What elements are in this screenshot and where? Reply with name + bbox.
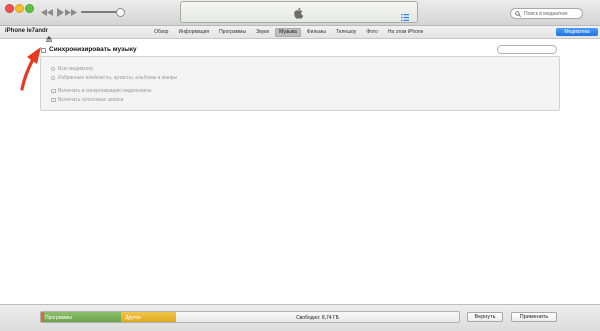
fast-forward-icon[interactable] — [64, 6, 78, 18]
search-placeholder: Поиск в медиатеке — [524, 11, 568, 17]
list-icon[interactable] — [401, 8, 409, 26]
tab-on-this-iphone[interactable]: На этом iPhone — [384, 28, 428, 37]
capacity-segment-free: Свободно: 8,74 ГБ — [176, 312, 459, 322]
checkbox-include-videos[interactable]: ✓ — [51, 88, 56, 93]
tab-music[interactable]: Музыка — [275, 27, 301, 37]
device-tab-bar: iPhone le7andr Обзор Информация Программ… — [0, 26, 600, 42]
capacity-bar: Программы Другое Свободно: 8,74 ГБ — [40, 311, 460, 323]
music-filter-search[interactable] — [497, 45, 557, 61]
capacity-segment-other: Другое — [121, 312, 176, 322]
library-search-field[interactable]: Поиск в медиатеке — [510, 8, 583, 19]
media-library-button[interactable]: Медиатека — [556, 28, 598, 36]
status-display — [180, 1, 418, 23]
radio-all-library[interactable] — [51, 67, 55, 71]
radio-selected[interactable] — [51, 76, 55, 80]
zoom-window-button[interactable] — [25, 4, 34, 13]
sync-music-title[interactable]: Синхронизировать музыку — [49, 46, 137, 53]
capacity-segment-apps: Программы — [41, 312, 121, 322]
tab-photos[interactable]: Фото — [362, 28, 382, 37]
volume-slider[interactable] — [81, 11, 121, 13]
tab-tv-shows[interactable]: Телешоу — [332, 28, 360, 37]
rewind-icon[interactable] — [40, 6, 54, 18]
toolbar: Поиск в медиатеке — [0, 0, 600, 26]
revert-button[interactable]: Вернуть — [467, 312, 503, 322]
tab-movies[interactable]: Фильмы — [303, 28, 330, 37]
tab-tones[interactable]: Звуки — [252, 28, 273, 37]
volume-slider-knob[interactable] — [116, 8, 125, 17]
minimize-window-button[interactable] — [15, 4, 24, 13]
apply-button[interactable]: Применить — [511, 312, 557, 322]
checkbox-include-voice-memos[interactable]: ✓ — [51, 97, 56, 102]
sync-music-header: Синхронизировать музыку — [41, 46, 561, 56]
close-window-button[interactable] — [5, 4, 14, 13]
sync-options-panel: Всю медиатеку Избранные плейлисты, артис… — [40, 56, 560, 111]
tab-info[interactable]: Информация — [174, 28, 213, 37]
tab-apps[interactable]: Программы — [215, 28, 250, 37]
search-icon — [515, 10, 521, 21]
device-name[interactable]: iPhone le7andr — [5, 28, 48, 34]
apple-logo-icon — [293, 6, 304, 24]
eject-icon[interactable] — [46, 29, 52, 47]
tab-summary[interactable]: Обзор — [150, 28, 172, 37]
red-arrow-icon — [18, 45, 42, 96]
capacity-bar-area: Программы Другое Свободно: 8,74 ГБ Верну… — [0, 304, 600, 331]
tabs: Обзор Информация Программы Звуки Музыка … — [150, 27, 429, 37]
